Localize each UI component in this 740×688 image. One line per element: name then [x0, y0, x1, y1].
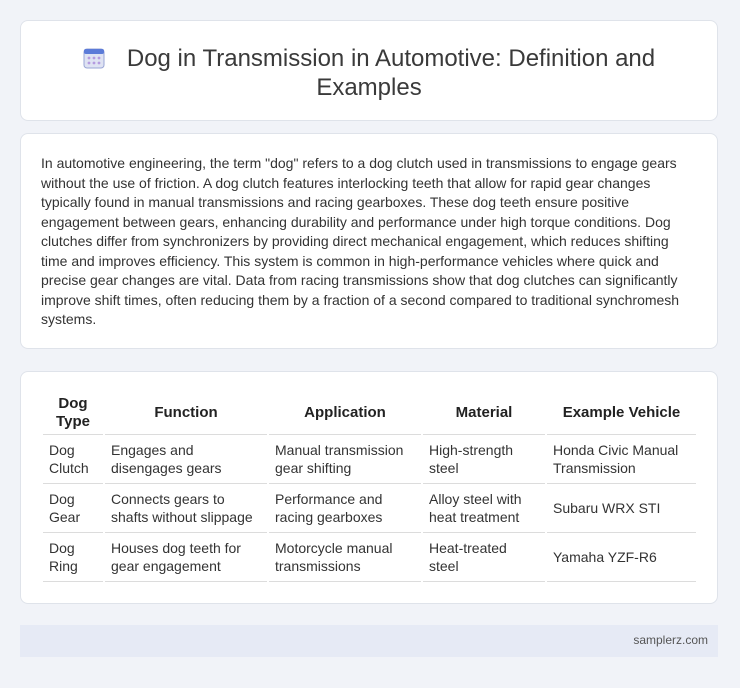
table-header-row: Dog Type Function Application Material E…: [43, 392, 696, 435]
dog-types-table: Dog Type Function Application Material E…: [41, 392, 698, 582]
column-header: Function: [105, 392, 267, 435]
table-cell: Dog Ring: [43, 533, 103, 582]
page-title-wrap: Dog in Transmission in Automotive: Defin…: [61, 44, 677, 102]
table-row: Dog Ring Houses dog teeth for gear engag…: [43, 533, 696, 582]
table-cell: Subaru WRX STI: [547, 484, 696, 533]
column-header: Example Vehicle: [547, 392, 696, 435]
table-cell: Engages and disengages gears: [105, 435, 267, 484]
column-header: Dog Type: [43, 392, 103, 435]
table-cell: Alloy steel with heat treatment: [423, 484, 545, 533]
table-cell: Manual transmission gear shifting: [269, 435, 421, 484]
table-cell: Dog Gear: [43, 484, 103, 533]
intro-paragraph: In automotive engineering, the term "dog…: [41, 155, 680, 327]
header-card: Dog in Transmission in Automotive: Defin…: [20, 20, 718, 121]
table-cell: Heat-treated steel: [423, 533, 545, 582]
table-card: Dog Type Function Application Material E…: [20, 371, 718, 604]
table-cell: Motorcycle manual transmissions: [269, 533, 421, 582]
calendar-icon: [83, 48, 105, 69]
table-row: Dog Gear Connects gears to shafts withou…: [43, 484, 696, 533]
table-cell: Houses dog teeth for gear engagement: [105, 533, 267, 582]
table-cell: Yamaha YZF-R6: [547, 533, 696, 582]
table-cell: Performance and racing gearboxes: [269, 484, 421, 533]
intro-card: In automotive engineering, the term "dog…: [20, 133, 718, 349]
table-cell: Connects gears to shafts without slippag…: [105, 484, 267, 533]
footer-site-link[interactable]: samplerz.com: [633, 633, 708, 647]
column-header: Material: [423, 392, 545, 435]
table-cell: Dog Clutch: [43, 435, 103, 484]
table-row: Dog Clutch Engages and disengages gears …: [43, 435, 696, 484]
page-title: Dog in Transmission in Automotive: Defin…: [126, 45, 656, 101]
table-cell: Honda Civic Manual Transmission: [547, 435, 696, 484]
table-cell: High-strength steel: [423, 435, 545, 484]
footer-bar: samplerz.com: [20, 625, 718, 657]
column-header: Application: [269, 392, 421, 435]
